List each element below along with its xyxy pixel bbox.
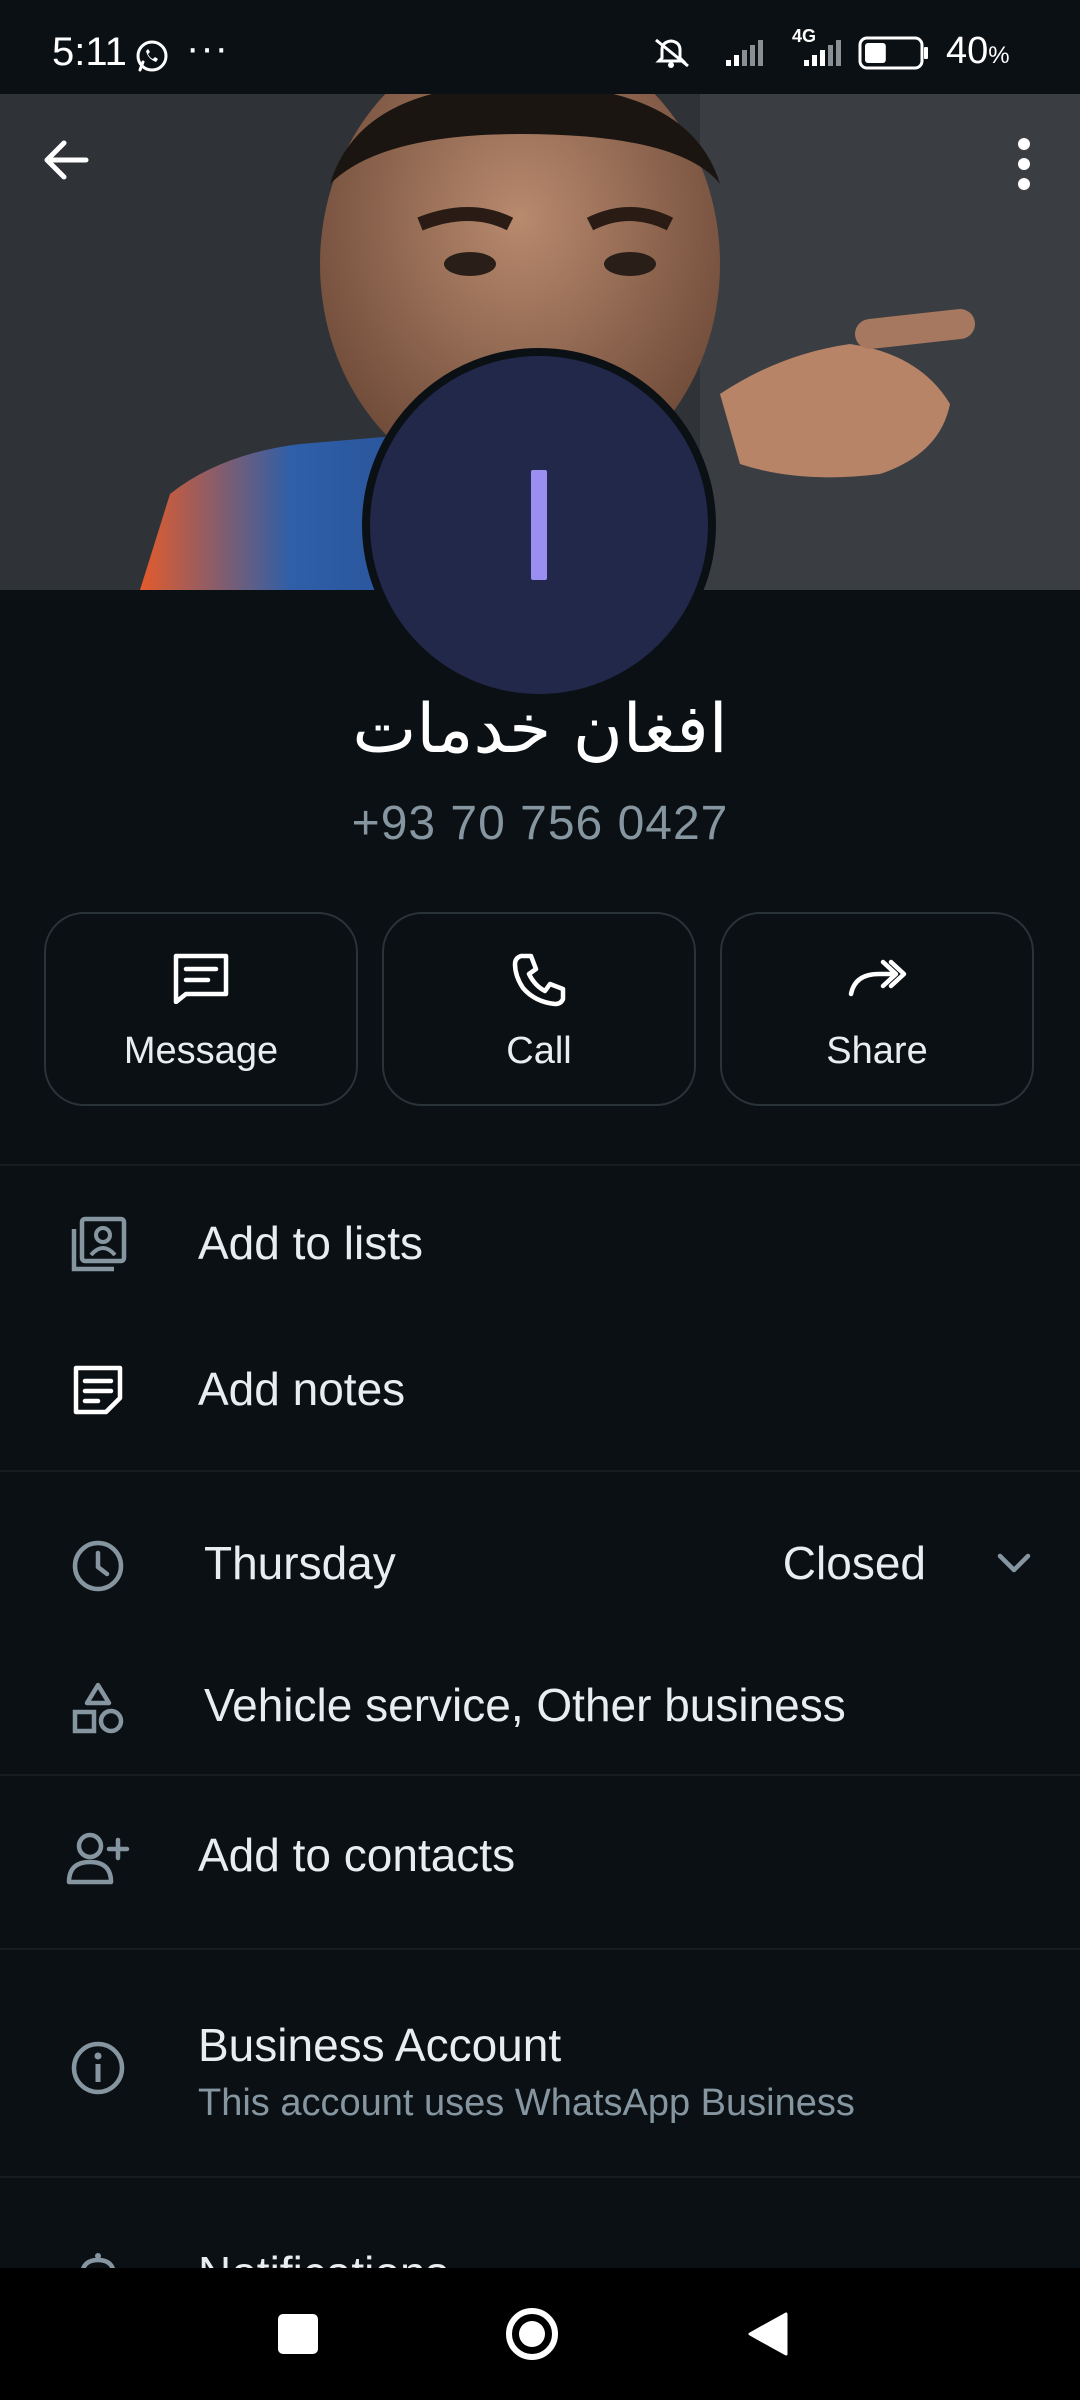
share-label: Share [826, 1030, 928, 1072]
hours-status: Closed [782, 1537, 926, 1589]
home-circle-icon [506, 2308, 558, 2360]
shapes-icon [66, 1676, 130, 1740]
business-account-title: Business Account [198, 2019, 562, 2071]
whatsapp-notification-icon [134, 38, 170, 79]
more-options-button[interactable] [1004, 134, 1044, 194]
share-forward-icon [722, 952, 1032, 1004]
message-button[interactable]: Message [44, 912, 358, 1106]
message-icon [46, 952, 356, 1004]
hours-day-label: Thursday [204, 1537, 396, 1589]
vibrate-off-icon [648, 34, 694, 75]
notifications-row[interactable]: Notifications [0, 2178, 1080, 2268]
signal-icon-sim1 [724, 38, 770, 73]
category-label: Vehicle service, Other business [204, 1679, 846, 1731]
share-button[interactable]: Share [720, 912, 1034, 1106]
info-icon [66, 2036, 130, 2100]
battery-percent-unit: % [988, 42, 1010, 69]
business-account-subtitle: This account uses WhatsApp Business [198, 2082, 855, 2124]
battery-percent: 40% [946, 30, 1010, 73]
back-button[interactable] [36, 130, 96, 190]
home-button[interactable] [504, 2306, 560, 2367]
chevron-down-icon[interactable] [994, 1550, 1034, 1581]
profile-phone: +93 70 756 0427 [351, 797, 729, 850]
arrow-left-icon [44, 140, 89, 180]
add-to-lists-row[interactable]: Add to lists [0, 1166, 1080, 1316]
business-account-row[interactable]: Business Account This account uses Whats… [0, 1950, 1080, 2176]
business-category-row: Vehicle service, Other business [0, 1644, 1080, 1774]
add-to-contacts-label: Add to contacts [198, 1829, 516, 1881]
add-to-contacts-row[interactable]: Add to contacts [0, 1776, 1080, 1946]
add-notes-label: Add notes [198, 1363, 406, 1415]
person-add-icon [66, 1826, 130, 1890]
avatar-initial-glyph [531, 470, 547, 580]
battery-percent-value: 40 [946, 30, 989, 72]
action-buttons: Message Call Share [44, 912, 1036, 1106]
message-label: Message [123, 1030, 279, 1072]
system-back-button[interactable] [746, 2310, 792, 2363]
section-divider [0, 1470, 1080, 1472]
notifications-label: Notifications [198, 2246, 449, 2268]
signal-icon-sim2 [792, 38, 848, 73]
avatar-initial [370, 356, 708, 694]
business-hours-row[interactable]: Thursday Closed [0, 1474, 1080, 1644]
system-nav-bar [0, 2268, 1080, 2400]
notes-icon [66, 1358, 130, 1422]
profile-avatar[interactable] [362, 348, 716, 702]
status-time: 5:11 [52, 30, 127, 74]
battery-icon [858, 36, 930, 75]
lists-icon [66, 1212, 130, 1276]
add-to-lists-label: Add to lists [198, 1217, 423, 1269]
status-more-dots: ··· [186, 26, 229, 70]
status-bar: 5:11 ··· 4G 40% [0, 0, 1080, 94]
clock-icon [66, 1534, 130, 1598]
triangle-back-icon [748, 2312, 788, 2356]
more-vert-icon [1018, 138, 1030, 190]
bell-icon [66, 2246, 130, 2268]
call-label: Call [506, 1030, 572, 1072]
add-notes-row[interactable]: Add notes [0, 1316, 1080, 1466]
phone-icon [384, 952, 694, 1008]
call-button[interactable]: Call [382, 912, 696, 1106]
recents-button[interactable] [278, 2314, 318, 2354]
